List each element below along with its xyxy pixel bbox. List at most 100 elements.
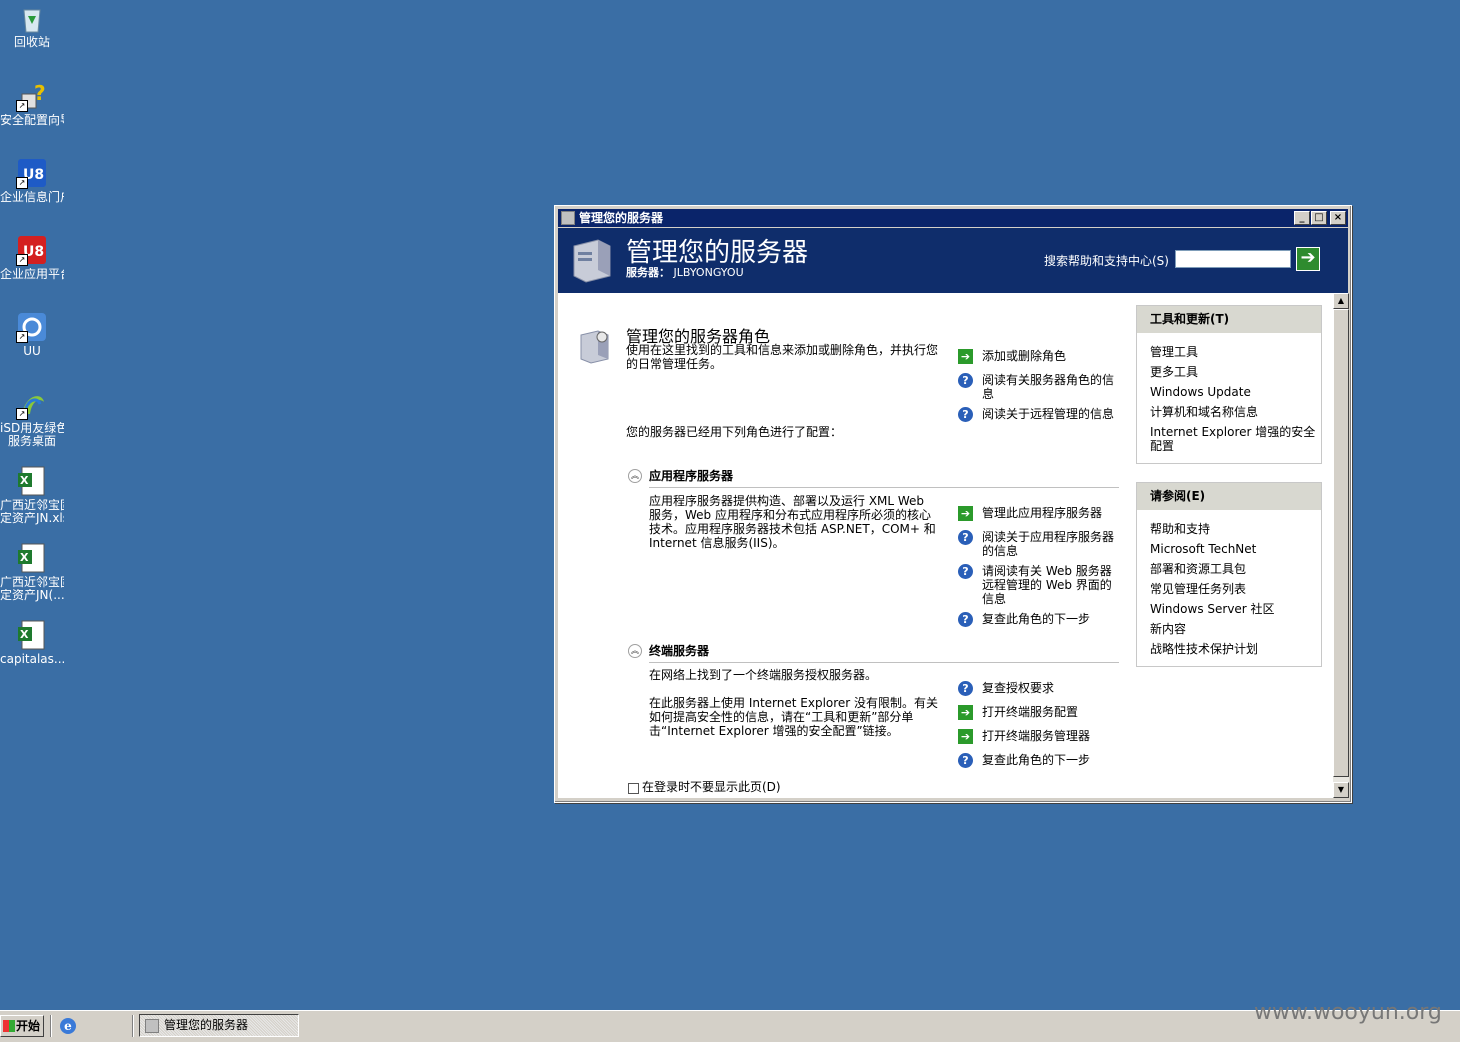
computer-domain-info-link[interactable]: 计算机和域名称信息	[1137, 405, 1321, 419]
excel-file-icon: X	[16, 465, 48, 497]
help-support-link[interactable]: 帮助和支持	[1137, 522, 1321, 536]
server-label: 服务器：	[626, 266, 670, 279]
ie-esc-link[interactable]: Internet Explorer 增强的安全配置	[1137, 425, 1321, 453]
resource-kit-link[interactable]: 部署和资源工具包	[1137, 562, 1321, 576]
add-remove-role-link[interactable]: ➔ 添加或删除角色	[958, 349, 1118, 364]
desktop-icon-excel-1[interactable]: X 广西近邻宝固 定资产JN.xls	[0, 465, 64, 525]
server-name: JLBYONGYOU	[673, 266, 744, 279]
review-license-link[interactable]: ? 复查授权要求	[958, 681, 1118, 696]
desktop-icon-label: 广西近邻宝固	[0, 499, 64, 512]
server-name-line: 服务器： JLBYONGYOU	[626, 264, 744, 280]
server-window-icon	[561, 211, 575, 225]
tools-updates-panel: 工具和更新(T) 管理工具 更多工具 Windows Update 计算机和域名…	[1136, 305, 1322, 464]
divider	[649, 662, 1119, 663]
role-desc-terminal-server-1: 在网络上找到了一个终端服务授权服务器。	[649, 668, 878, 682]
svg-text:X: X	[20, 628, 29, 641]
recycle-bin-icon	[16, 2, 48, 34]
u8-portal-icon: U8 ↗	[16, 157, 48, 189]
read-roles-info-link[interactable]: ? 阅读有关服务器角色的信息	[958, 373, 1118, 401]
common-tasks-link[interactable]: 常见管理任务列表	[1137, 582, 1321, 596]
admin-tools-link[interactable]: 管理工具	[1137, 345, 1321, 359]
maximize-button[interactable]: □	[1311, 211, 1327, 225]
green-arrow-icon: ➔	[958, 729, 973, 744]
desktop-icon-label: 安全配置向导	[0, 114, 64, 127]
technet-link[interactable]: Microsoft TechNet	[1137, 542, 1321, 556]
divider	[649, 487, 1119, 488]
close-button[interactable]: ×	[1330, 211, 1346, 225]
review-next-steps-link-2[interactable]: ? 复查此角色的下一步	[958, 753, 1118, 768]
internet-explorer-icon[interactable]: e	[60, 1018, 76, 1034]
help-icon: ?	[958, 681, 973, 696]
desktop-icon-excel-3[interactable]: X capitalas...	[0, 619, 64, 666]
server-icon	[573, 239, 611, 283]
scroll-down-button[interactable]: ▼	[1333, 782, 1349, 798]
vertical-scrollbar[interactable]: ▲ ▼	[1333, 293, 1349, 798]
read-remote-admin-link[interactable]: ? 阅读关于远程管理的信息	[958, 407, 1118, 422]
windows-update-link[interactable]: Windows Update	[1137, 385, 1321, 399]
green-arrow-icon: ➔	[958, 349, 973, 364]
desktop-icon-enterprise-portal[interactable]: U8↗ 企业信息门户	[0, 157, 64, 204]
desktop-icon-label-line2: 定资产JN(...	[0, 589, 64, 602]
window-title: 管理您的服务器	[579, 211, 664, 225]
desktop-icon-isd[interactable]: ↗ iSD用友绿色 服务桌面	[0, 388, 64, 448]
main-content: 管理您的服务器角色 使用在这里找到的工具和信息来添加或删除角色，并执行您的日常管…	[558, 293, 1333, 798]
desktop-icon-security-wizard[interactable]: ?↗ 安全配置向导	[0, 80, 64, 127]
open-ts-config-link[interactable]: ➔ 打开终端服务配置	[958, 705, 1118, 720]
u8-platform-icon: U8 ↗	[16, 234, 48, 266]
svg-text:X: X	[20, 474, 29, 487]
help-icon: ?	[958, 564, 973, 579]
taskbar-separator	[50, 1015, 52, 1037]
role-title-app-server: 应用程序服务器	[649, 469, 734, 483]
desktop-icon-recycle-bin[interactable]: 回收站	[0, 2, 64, 49]
minimize-button[interactable]: _	[1294, 211, 1310, 225]
security-protection-link[interactable]: 战略性技术保护计划	[1137, 642, 1321, 656]
help-icon: ?	[958, 530, 973, 545]
desktop-icon-label: capitalas...	[0, 653, 64, 666]
help-icon: ?	[958, 373, 973, 388]
help-icon: ?	[958, 407, 973, 422]
role-title-terminal-server: 终端服务器	[649, 644, 710, 658]
search-input[interactable]	[1175, 250, 1291, 268]
scroll-thumb[interactable]	[1333, 309, 1349, 777]
desktop-icon-excel-2[interactable]: X 广西近邻宝固 定资产JN(...	[0, 542, 64, 602]
see-also-title: 请参阅(E)	[1137, 483, 1321, 510]
desktop-icon-label: 企业信息门户	[0, 191, 64, 204]
start-button[interactable]: 开始	[0, 1015, 44, 1037]
window-titlebar[interactable]: 管理您的服务器 _ □ ×	[558, 209, 1348, 227]
windows-logo-icon	[3, 1020, 15, 1032]
green-arrow-icon: ➔	[958, 705, 973, 720]
taskbar-item-manage-server[interactable]: 管理您的服务器	[139, 1014, 299, 1037]
manage-app-server-link[interactable]: ➔ 管理此应用程序服务器	[958, 506, 1118, 521]
scroll-up-button[interactable]: ▲	[1333, 293, 1349, 309]
watermark: www.wooyun.org	[1254, 1000, 1442, 1025]
desktop-icon-label: iSD用友绿色	[0, 422, 64, 435]
community-link[interactable]: Windows Server 社区	[1137, 602, 1321, 616]
search-go-button[interactable]: ➔	[1296, 247, 1320, 271]
more-tools-link[interactable]: 更多工具	[1137, 365, 1321, 379]
review-next-steps-link-1[interactable]: ? 复查此角色的下一步	[958, 612, 1118, 627]
desktop-icon-enterprise-platform[interactable]: U8↗ 企业应用平台	[0, 234, 64, 281]
desktop-icon-label: UU	[23, 345, 41, 358]
roles-intro: 使用在这里找到的工具和信息来添加或删除角色，并执行您的日常管理任务。	[626, 343, 939, 371]
header-banner: 管理您的服务器 服务器： JLBYONGYOU 搜索帮助和支持中心(S) ➔	[558, 228, 1348, 293]
security-wizard-icon: ? ↗	[16, 80, 48, 112]
collapse-icon[interactable]: ︽	[628, 644, 642, 658]
desktop-icon-label: 企业应用平台	[0, 268, 64, 281]
taskbar: 开始 e 管理您的服务器	[0, 1010, 1460, 1042]
whats-new-link[interactable]: 新内容	[1137, 622, 1321, 636]
server-roles-icon	[580, 330, 609, 364]
read-app-server-info-link[interactable]: ? 阅读关于应用程序服务器的信息	[958, 530, 1118, 558]
desktop-icon-label-line2: 定资产JN.xls	[0, 512, 64, 525]
green-arrow-icon: ➔	[958, 506, 973, 521]
role-desc-terminal-server-2: 在此服务器上使用 Internet Explorer 没有限制。有关如何提高安全…	[649, 696, 939, 738]
manage-server-window: 管理您的服务器 _ □ × 管理您的服务器 服务器： JLBYONGYOU 搜索…	[554, 205, 1352, 803]
read-web-remote-admin-link[interactable]: ? 请阅读有关 Web 服务器远程管理的 Web 界面的信息	[958, 564, 1118, 606]
dont-show-checkbox[interactable]	[628, 783, 639, 794]
collapse-icon[interactable]: ︽	[628, 469, 642, 483]
role-desc-app-server: 应用程序服务器提供构造、部署以及运行 XML Web 服务，Web 应用程序和分…	[649, 494, 936, 550]
desktop-icon-uu[interactable]: ↗ UU	[0, 311, 64, 358]
tools-updates-title: 工具和更新(T)	[1137, 306, 1321, 333]
svg-text:?: ?	[34, 81, 46, 105]
isd-icon: ↗	[16, 388, 48, 420]
open-ts-manager-link[interactable]: ➔ 打开终端服务管理器	[958, 729, 1118, 744]
